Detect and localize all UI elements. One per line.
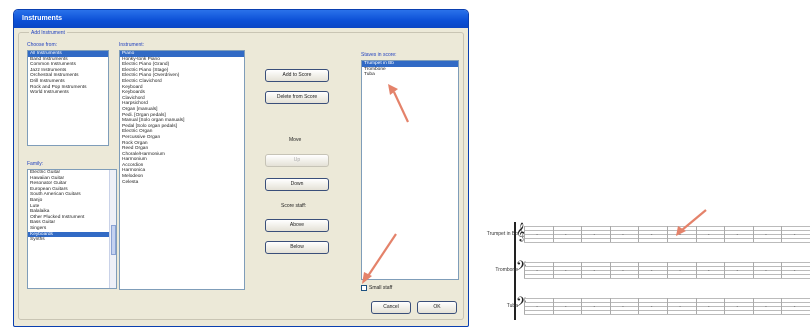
instrument-label: Instrument: [119,42,145,48]
bar-rest: - [707,268,710,274]
bar-rest: - [536,304,538,310]
below-button[interactable]: Below [265,241,329,254]
bar-rest: - [765,304,767,310]
bar-rest: - [650,232,653,238]
bar-rest: - [650,304,653,310]
move-label: Move [289,137,302,143]
bar-rest: - [622,268,624,274]
barline [667,298,668,314]
barline [524,226,525,242]
barline [524,298,525,314]
barline [781,226,783,242]
barline [781,262,783,278]
bar-rest: - [564,304,567,310]
barline [667,262,668,278]
staff-line [524,314,810,315]
add-to-score-button[interactable]: Add to Score [265,69,329,82]
staff-line [524,278,810,279]
staff: ---------- [524,298,810,315]
up-button[interactable]: Up [265,154,329,167]
delete-from-score-button[interactable]: Delete from Score [265,91,329,104]
bar-rest: - [793,304,796,310]
barline [638,226,640,242]
group-label: Add Instrument [29,30,67,36]
staff-instrument-name: Tuba [506,303,518,309]
barline [609,226,611,242]
bar-rest: - [536,232,538,238]
barline [724,298,726,314]
barline [638,298,640,314]
family-item[interactable]: Synths [28,237,116,243]
barline [781,298,783,314]
barline [552,298,554,314]
bar-rest: - [793,268,796,274]
annotation-arrow-bottom [362,233,397,284]
staff-instrument-name: Trombone [495,267,518,273]
bar-rest: - [622,304,624,310]
bar-rest: - [650,268,653,274]
bar-rest: - [564,232,567,238]
bar-rest: - [765,268,767,274]
instruments-dialog: Instruments Add Instrument Choose from: … [13,9,469,327]
barline [752,226,754,242]
bar-rest: - [679,304,681,310]
bar-rest: - [564,268,567,274]
barline [581,262,583,278]
choose-from-item[interactable]: World Instruments [28,90,108,96]
instrument-item[interactable]: Celesta [120,180,244,186]
barline [552,262,554,278]
barline [609,262,611,278]
bar-rest: - [736,232,739,238]
barline [581,226,583,242]
barline [609,298,611,314]
barline [581,298,583,314]
family-scrollbar[interactable] [109,170,116,288]
barline [552,226,554,242]
annotation-arrow-score [676,209,707,236]
instrument-list[interactable]: Piano Honky-tonk Piano Electric Piano (Gra… [119,50,245,290]
bar-rest: - [765,232,767,238]
family-list[interactable]: Electric Guitar Hawaiian Guitar Resonator … [27,169,117,289]
bar-rest: - [793,232,796,238]
staves-in-score-label: Staves in score: [361,52,397,58]
bar-rest: - [736,304,739,310]
bar-rest: - [622,232,624,238]
barline [695,262,697,278]
bar-rest: - [679,268,681,274]
family-label: Family: [27,161,44,167]
bar-rest: - [593,304,596,310]
staff: ---------- [524,262,810,279]
barline [752,298,754,314]
bar-rest: - [736,268,739,274]
dialog-title: Instruments [14,10,468,28]
barline [724,226,726,242]
bar-rest: - [593,232,596,238]
bar-rest: - [707,304,710,310]
down-button[interactable]: Down [265,178,329,191]
barline [752,262,754,278]
above-button[interactable]: Above [265,219,329,232]
barline [724,262,726,278]
bar-rest: - [536,268,538,274]
score-preview: Trumpet in Bb 𝄞 - - - - - - - - - - Trombone 𝄢 - - - - - - -… [474,216,810,326]
cancel-button[interactable]: Cancel [371,301,411,314]
barline [638,262,640,278]
barline [524,262,525,278]
ok-button[interactable]: OK [417,301,457,314]
barline [695,298,697,314]
staff-instrument-name: Trumpet in Bb [486,231,518,237]
choose-from-list[interactable]: All Instruments Band Instruments Common In… [27,50,109,146]
score-staff-label: Score staff: [281,203,307,209]
bar-rest: - [593,268,596,274]
annotation-arrow-top [388,84,409,123]
choose-from-label: Choose from: [27,42,58,48]
